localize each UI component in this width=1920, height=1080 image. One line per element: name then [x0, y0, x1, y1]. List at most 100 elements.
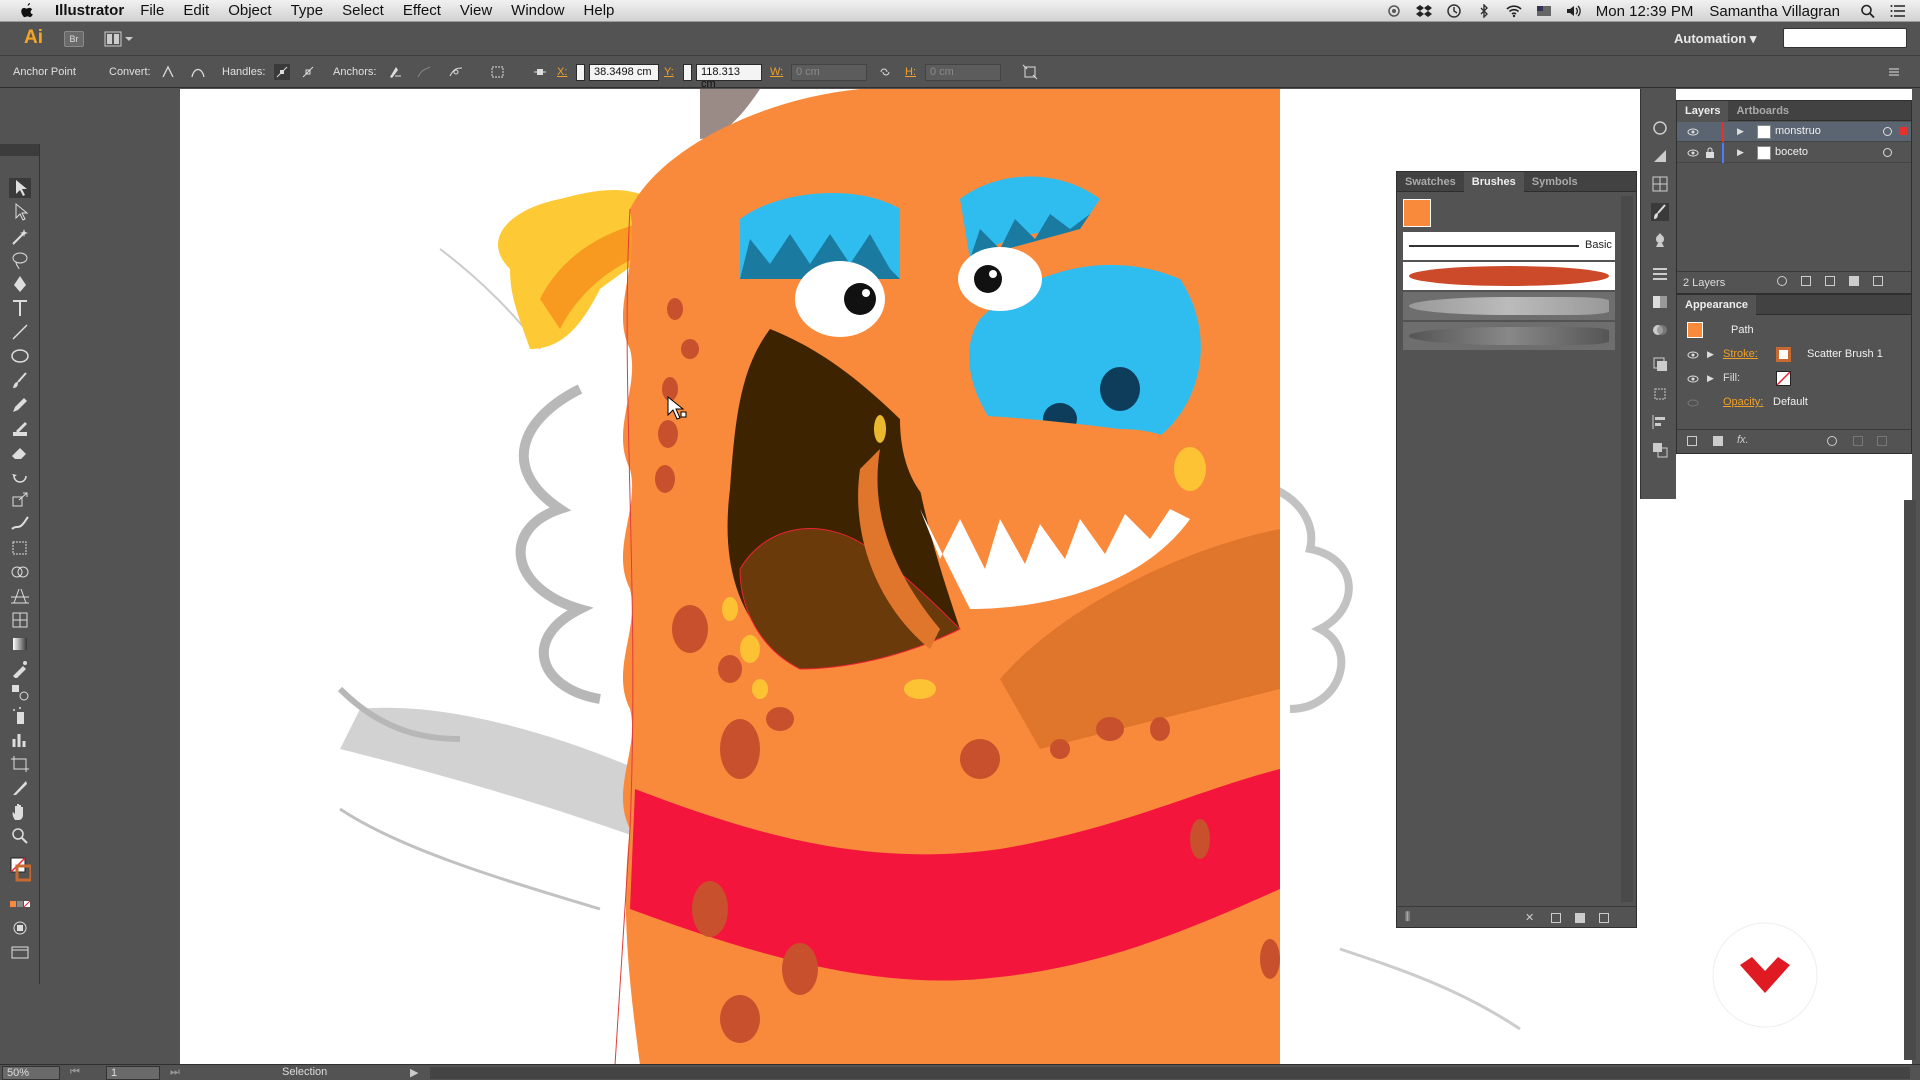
opacity-attribute-row[interactable]: Opacity: Default — [1677, 391, 1911, 415]
shape-builder-tool[interactable] — [9, 562, 31, 582]
gradient-icon[interactable] — [1651, 293, 1669, 311]
h-input[interactable]: 0 cm — [925, 64, 1001, 81]
record-icon[interactable] — [1386, 4, 1402, 18]
tab-layers[interactable]: Layers — [1677, 100, 1729, 121]
time-machine-icon[interactable] — [1446, 4, 1462, 18]
transparency-icon[interactable] — [1651, 321, 1669, 339]
scatter-brush-swatch[interactable] — [1403, 199, 1431, 227]
gradient-tool[interactable] — [9, 634, 31, 654]
symbols-icon[interactable] — [1651, 231, 1669, 249]
status-menu-arrow-icon[interactable]: ▶ — [410, 1066, 418, 1079]
expand-triangle-icon[interactable]: ▶ — [1737, 147, 1744, 158]
line-segment-tool[interactable] — [9, 322, 31, 342]
menu-object[interactable]: Object — [228, 2, 271, 19]
artboard-tool[interactable] — [9, 754, 31, 774]
locate-object-icon[interactable] — [1777, 276, 1787, 286]
pencil-tool[interactable] — [9, 394, 31, 414]
selection-tool[interactable] — [9, 178, 31, 198]
transform-panel-icon[interactable] — [1651, 385, 1669, 403]
column-graph-tool[interactable] — [9, 730, 31, 750]
fill-stroke-swatches[interactable] — [9, 856, 33, 886]
magic-wand-tool[interactable] — [9, 226, 31, 246]
menu-help[interactable]: Help — [584, 2, 615, 19]
swatches-icon[interactable] — [1651, 175, 1669, 193]
opacity-label[interactable]: Opacity: — [1723, 396, 1763, 408]
new-brush-icon[interactable] — [1575, 913, 1585, 923]
hide-handles-icon[interactable] — [300, 64, 316, 80]
workspace-switcher[interactable]: Automation ▾ — [1674, 31, 1756, 47]
eyedropper-tool[interactable] — [9, 658, 31, 679]
expand-triangle-icon[interactable]: ▶ — [1707, 349, 1714, 360]
eye-icon[interactable] — [1687, 351, 1699, 359]
pen-tool[interactable] — [9, 274, 31, 294]
convert-to-smooth-icon[interactable] — [190, 64, 206, 80]
fill-none-swatch[interactable] — [1776, 371, 1791, 386]
arrange-documents-icon[interactable] — [104, 31, 134, 47]
vertical-scrollbar[interactable] — [1904, 500, 1916, 1060]
mesh-tool[interactable] — [9, 610, 31, 630]
status-text[interactable]: Selection — [282, 1066, 327, 1078]
brush-grey-2[interactable] — [1403, 322, 1615, 350]
target-icon[interactable] — [1883, 127, 1892, 136]
menu-view[interactable]: View — [460, 2, 492, 19]
tab-swatches[interactable]: Swatches — [1397, 172, 1464, 192]
brushes-scrollbar[interactable] — [1621, 196, 1633, 902]
paintbrush-tool[interactable] — [9, 370, 31, 390]
menu-file[interactable]: File — [140, 2, 164, 19]
new-layer-icon[interactable] — [1849, 276, 1859, 286]
drawing-modes-icon[interactable] — [9, 918, 31, 938]
menu-window[interactable]: Window — [511, 2, 564, 19]
eye-icon[interactable] — [1687, 399, 1699, 407]
brush-basic[interactable]: Basic — [1403, 232, 1615, 260]
tab-appearance[interactable]: Appearance — [1677, 294, 1756, 315]
x-input[interactable]: 38.3498 cm — [589, 64, 659, 81]
target-icon[interactable] — [1883, 148, 1892, 157]
lock-icon[interactable] — [1705, 147, 1715, 159]
layer-row-monstruo[interactable]: ▶ monstruo — [1677, 122, 1911, 142]
y-stepper[interactable] — [683, 64, 692, 81]
brush-grey-1[interactable] — [1403, 292, 1615, 320]
clear-appearance-icon[interactable] — [1827, 436, 1837, 446]
bluetooth-icon[interactable] — [1476, 4, 1492, 18]
y-label[interactable]: Y: — [664, 66, 674, 78]
fill-attribute-row[interactable]: ▶ Fill: — [1677, 367, 1911, 391]
layer-name[interactable]: monstruo — [1775, 125, 1821, 137]
spotlight-icon[interactable] — [1860, 4, 1876, 18]
add-fill-icon[interactable] — [1713, 436, 1723, 446]
fill-label[interactable]: Fill: — [1723, 372, 1740, 384]
expand-triangle-icon[interactable]: ▶ — [1707, 373, 1714, 384]
delete-layer-icon[interactable] — [1873, 276, 1883, 286]
first-page-icon[interactable]: ⏮ — [70, 1066, 80, 1079]
clipping-mask-icon[interactable] — [1801, 276, 1811, 286]
stroke-attribute-row[interactable]: ▶ Stroke: Scatter Brush 1 — [1677, 343, 1911, 367]
color-icon[interactable] — [1651, 147, 1669, 165]
dropbox-icon[interactable] — [1415, 4, 1432, 18]
eye-icon[interactable] — [1687, 149, 1699, 157]
hand-tool[interactable] — [9, 802, 31, 822]
app-menu[interactable]: Illustrator — [55, 2, 124, 19]
color-guide-icon[interactable] — [1651, 119, 1669, 137]
menu-edit[interactable]: Edit — [183, 2, 209, 19]
add-effect-icon[interactable]: fx. — [1737, 434, 1749, 446]
cut-path-icon[interactable] — [448, 64, 464, 80]
help-search-input[interactable] — [1783, 28, 1907, 48]
new-sublayer-icon[interactable] — [1825, 276, 1835, 286]
x-stepper[interactable] — [576, 64, 585, 81]
remove-anchor-icon[interactable] — [386, 64, 402, 80]
duplicate-item-icon[interactable] — [1853, 436, 1863, 446]
stroke-icon[interactable] — [1651, 265, 1669, 283]
ellipse-tool[interactable] — [9, 346, 31, 366]
stroke-swatch[interactable] — [1776, 347, 1791, 362]
last-page-icon[interactable]: ⏭ — [170, 1066, 180, 1079]
menu-effect[interactable]: Effect — [403, 2, 441, 19]
zoom-level-field[interactable]: 50% — [2, 1066, 60, 1080]
eye-icon[interactable] — [1687, 375, 1699, 383]
layer-row-boceto[interactable]: ▶ boceto — [1677, 143, 1911, 163]
page-number-field[interactable]: 1 — [106, 1066, 160, 1080]
constrain-proportions-icon[interactable] — [877, 64, 893, 80]
graphic-styles-icon[interactable] — [1651, 355, 1669, 373]
w-label[interactable]: W: — [770, 66, 783, 78]
expand-triangle-icon[interactable]: ▶ — [1737, 126, 1744, 137]
align-icon[interactable] — [532, 64, 548, 80]
blob-brush-tool[interactable] — [9, 418, 31, 438]
